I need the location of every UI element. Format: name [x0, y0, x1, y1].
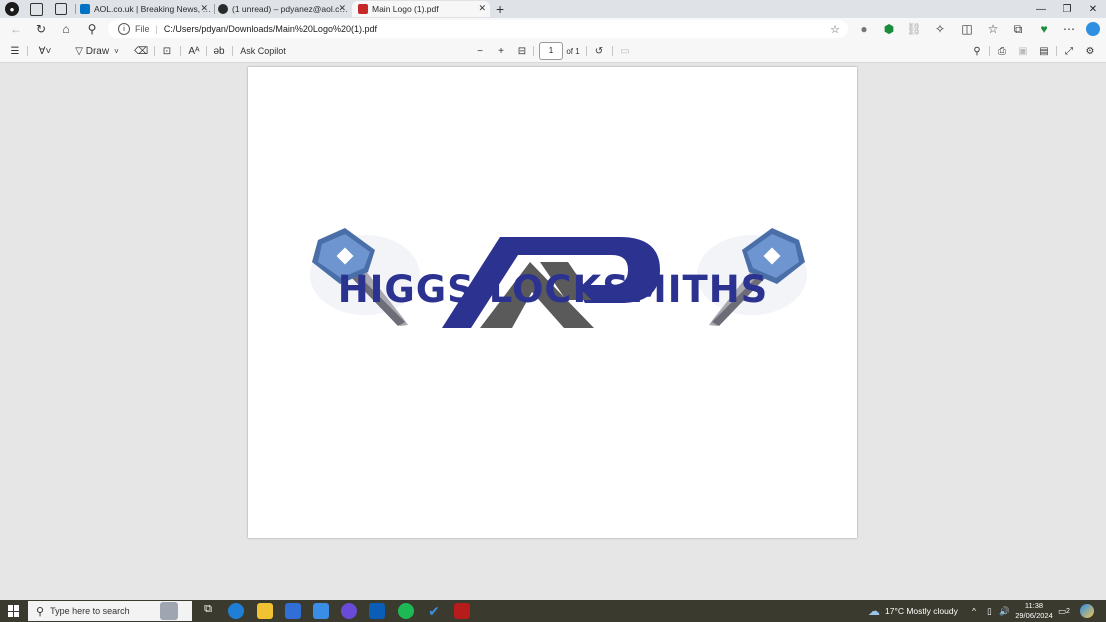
notification-icon: ▭: [1058, 605, 1067, 616]
volume-icon[interactable]: 🔊: [999, 600, 1010, 622]
tray-overflow-icon[interactable]: ^: [972, 600, 976, 622]
file-explorer-icon[interactable]: [257, 603, 273, 619]
clipchamp-icon[interactable]: [341, 603, 357, 619]
notifications-button[interactable]: ▭ 2: [1058, 600, 1070, 622]
battery-icon[interactable]: ▯: [987, 600, 992, 622]
copilot-taskbar-icon[interactable]: [1080, 604, 1094, 618]
clock[interactable]: 11:38 29/06/2024: [1014, 601, 1054, 621]
todo-icon[interactable]: ✔: [426, 603, 442, 619]
notification-count: 2: [1066, 607, 1070, 615]
logo-text: HIGGS LOCKSMITHS: [337, 268, 769, 311]
clock-date: 29/06/2024: [1015, 611, 1053, 620]
task-view-icon[interactable]: ⧉: [200, 603, 216, 619]
weather-text: 17°C Mostly cloudy: [885, 606, 958, 616]
mail-app-icon[interactable]: [313, 603, 329, 619]
taskbar-search[interactable]: ⚲ Type here to search: [28, 601, 192, 621]
logo-graphic: [310, 228, 807, 328]
edge-icon[interactable]: [228, 603, 244, 619]
search-icon: ⚲: [36, 605, 45, 618]
acrobat-icon[interactable]: [454, 603, 470, 619]
outlook-icon[interactable]: [369, 603, 385, 619]
spotify-icon[interactable]: [398, 603, 414, 619]
store-icon[interactable]: [285, 603, 301, 619]
weather-widget[interactable]: ☁ 17°C Mostly cloudy: [868, 600, 958, 622]
search-highlight-icon: [160, 602, 178, 620]
search-placeholder: Type here to search: [50, 606, 130, 616]
clock-time: 11:38: [1024, 601, 1044, 610]
cloud-icon: ☁: [868, 604, 880, 618]
start-button[interactable]: [8, 605, 20, 617]
